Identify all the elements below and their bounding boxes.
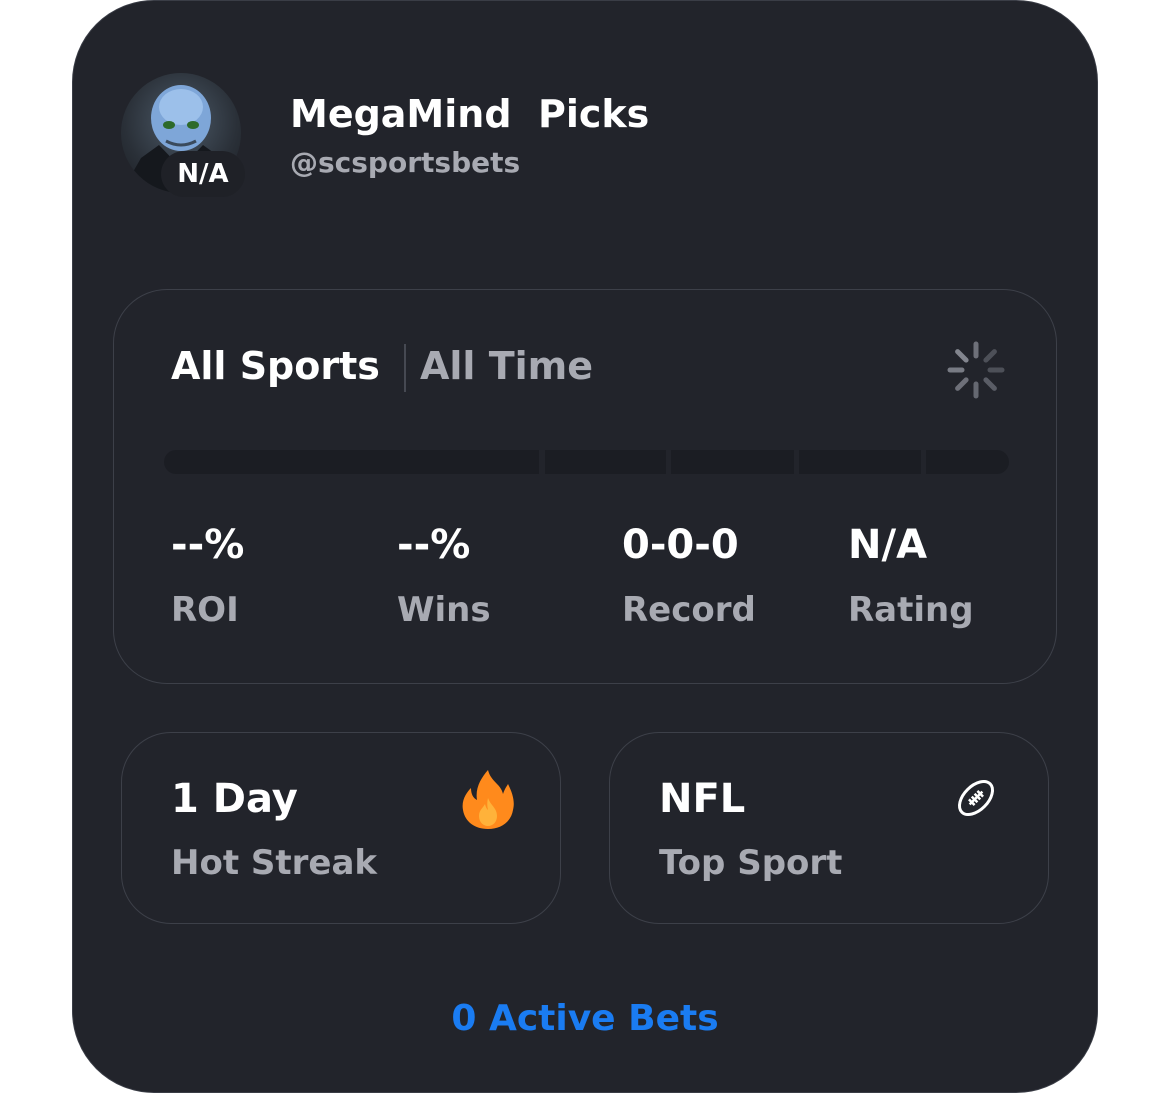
fire-icon [461, 768, 515, 830]
distribution-segment [926, 450, 1009, 474]
profile-name: MegaMind Picks [290, 92, 650, 136]
record-label: Record [622, 590, 756, 630]
rating-value: N/A [848, 522, 928, 568]
active-bets-link[interactable]: 0 Active Bets [0, 998, 1170, 1039]
period-filter[interactable]: All Time [420, 344, 593, 388]
distribution-segment [799, 450, 921, 474]
profile-handle[interactable]: @scsportsbets [290, 146, 520, 179]
hot-streak-value: 1 Day [171, 776, 298, 822]
sport-filter[interactable]: All Sports [171, 344, 380, 388]
top-sport-card[interactable] [609, 732, 1049, 924]
record-value: 0-0-0 [622, 522, 739, 568]
filter-divider [404, 344, 406, 392]
rating-label: Rating [848, 590, 974, 630]
wins-value: --% [397, 522, 471, 568]
wins-label: Wins [397, 590, 491, 630]
top-sport-label: Top Sport [659, 843, 843, 883]
distribution-segment [545, 450, 666, 474]
hot-streak-label: Hot Streak [171, 843, 378, 883]
football-icon [954, 776, 998, 820]
avatar-container[interactable]: N/A [121, 73, 245, 197]
distribution-segment [164, 450, 539, 474]
roi-value: --% [171, 522, 245, 568]
top-sport-value: NFL [659, 776, 746, 822]
roi-label: ROI [171, 590, 239, 630]
spinner-icon [944, 338, 1008, 402]
distribution-bar [164, 450, 1009, 474]
rating-badge: N/A [161, 151, 245, 197]
distribution-segment [671, 450, 794, 474]
